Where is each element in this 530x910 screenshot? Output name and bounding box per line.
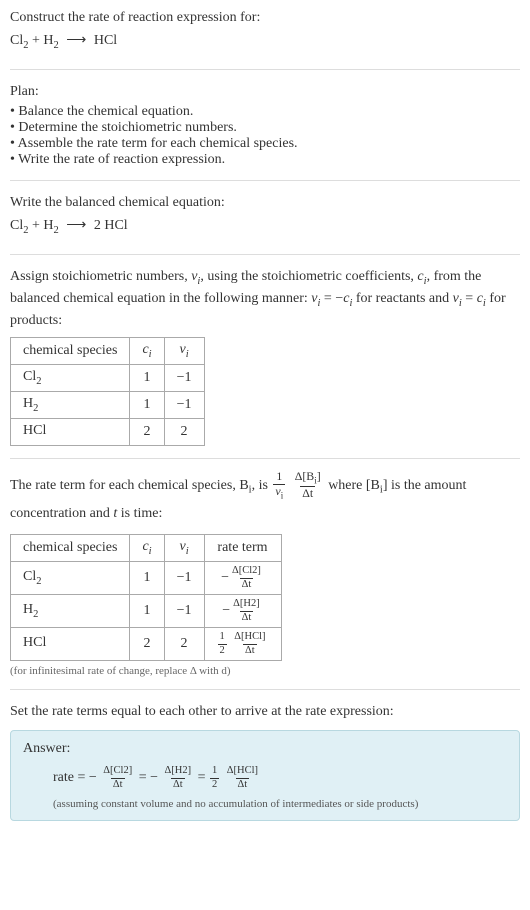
rate-term-explanation: The rate term for each chemical species,…: [10, 471, 520, 529]
answer-box: Answer: rate = − Δ[Cl2]Δt = − Δ[H2]Δt = …: [10, 730, 520, 821]
table-header-row: chemical species ci νi: [11, 338, 205, 365]
fraction: 1νi: [273, 471, 285, 500]
reactant-cl2: Cl2: [10, 218, 28, 233]
fraction-half: 12: [218, 632, 227, 656]
fraction: Δ[Cl2]Δt: [101, 766, 134, 790]
stoich-explanation: Assign stoichiometric numbers, νi, using…: [10, 267, 520, 331]
plan-item: Balance the chemical equation.: [10, 104, 520, 120]
fraction: Δ[H2]Δt: [163, 766, 194, 790]
table-row: HCl 2 2: [11, 418, 205, 445]
reaction-arrow-icon: ⟶: [66, 218, 86, 233]
rate-expression: rate = − Δ[Cl2]Δt = − Δ[H2]Δt = 12 Δ[HCl…: [53, 763, 507, 794]
plan-list: Balance the chemical equation. Determine…: [10, 104, 520, 168]
fraction: Δ[H2]Δt: [231, 599, 262, 623]
product-hcl: HCl: [104, 218, 127, 233]
stoich-section: Assign stoichiometric numbers, νi, using…: [10, 267, 520, 459]
col-ci: ci: [130, 338, 164, 365]
table-row: HCl 2 2 12 Δ[HCl]Δt: [11, 628, 282, 661]
reactant-h2: H2: [43, 218, 58, 233]
col-ci: ci: [130, 535, 164, 562]
plan-item: Determine the stoichiometric numbers.: [10, 120, 520, 136]
unbalanced-equation: Cl2 + H2 ⟶ HCl: [10, 30, 520, 55]
balanced-title: Write the balanced chemical equation:: [10, 193, 520, 213]
table-header-row: chemical species ci νi rate term: [11, 535, 282, 562]
table-row: Cl2 1 −1 −Δ[Cl2]Δt: [11, 562, 282, 595]
col-species: chemical species: [11, 535, 130, 562]
col-species: chemical species: [11, 338, 130, 365]
balanced-equation: Cl2 + H2 ⟶ 2 HCl: [10, 215, 520, 240]
plan-title: Plan:: [10, 82, 520, 102]
col-nui: νi: [164, 338, 204, 365]
fraction: Δ[HCl]Δt: [225, 766, 260, 790]
rate-term-section: The rate term for each chemical species,…: [10, 471, 520, 690]
reactant-cl2: Cl2: [10, 33, 28, 48]
balanced-equation-section: Write the balanced chemical equation: Cl…: [10, 193, 520, 255]
final-section: Set the rate terms equal to each other t…: [10, 702, 520, 821]
reactant-h2: H2: [43, 33, 58, 48]
fraction-half: 12: [210, 766, 219, 790]
reaction-arrow-icon: ⟶: [66, 33, 86, 48]
fraction: Δ[Bi]Δt: [293, 471, 323, 500]
fraction: Δ[HCl]Δt: [232, 632, 267, 656]
prompt-text: Construct the rate of reaction expressio…: [10, 8, 520, 28]
rate-term-caption: (for infinitesimal rate of change, repla…: [10, 665, 520, 677]
final-title: Set the rate terms equal to each other t…: [10, 702, 520, 722]
col-nui: νi: [164, 535, 204, 562]
table-row: Cl2 1 −1: [11, 365, 205, 392]
plan-item: Assemble the rate term for each chemical…: [10, 136, 520, 152]
fraction: Δ[Cl2]Δt: [230, 566, 263, 590]
answer-caption: (assuming constant volume and no accumul…: [53, 798, 507, 810]
answer-label: Answer:: [23, 741, 507, 757]
col-rate: rate term: [204, 535, 281, 562]
plan-section: Plan: Balance the chemical equation. Det…: [10, 82, 520, 181]
stoich-table: chemical species ci νi Cl2 1 −1 H2 1 −1 …: [10, 337, 205, 445]
plan-item: Write the rate of reaction expression.: [10, 152, 520, 168]
table-row: H2 1 −1: [11, 392, 205, 419]
problem-statement: Construct the rate of reaction expressio…: [10, 8, 520, 70]
table-row: H2 1 −1 −Δ[H2]Δt: [11, 595, 282, 628]
product-hcl: HCl: [90, 33, 117, 48]
rate-term-table: chemical species ci νi rate term Cl2 1 −…: [10, 534, 282, 661]
